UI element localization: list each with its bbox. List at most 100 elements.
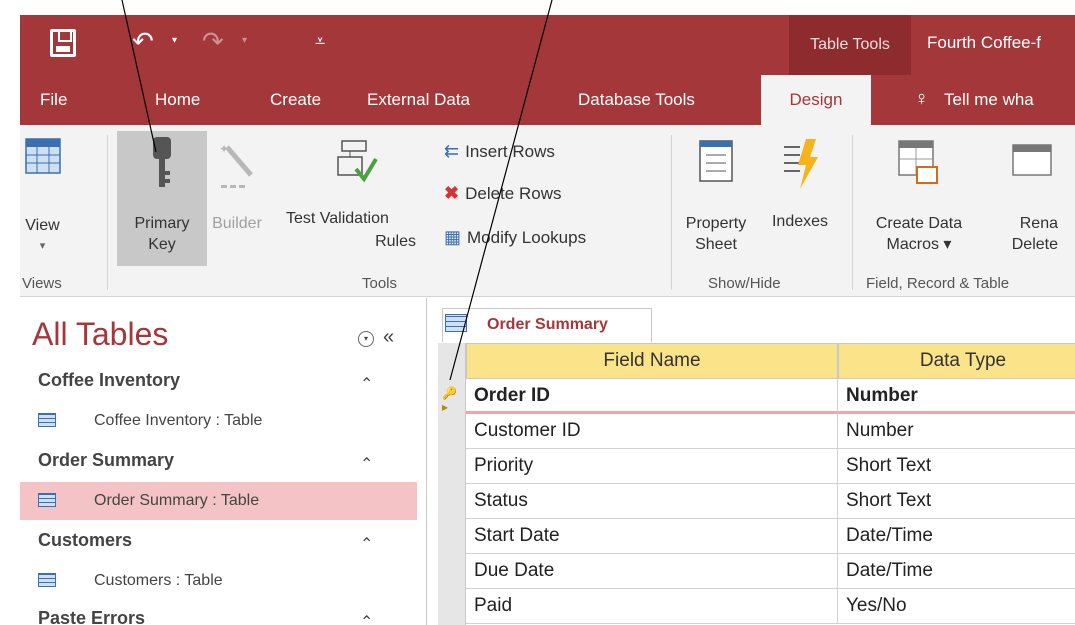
data-type-cell[interactable]: Short Text <box>838 449 1075 484</box>
chevron-up-icon[interactable]: ⌃ <box>360 534 373 554</box>
modify-lookups-button[interactable]: ▦ Modify Lookups <box>444 227 586 248</box>
builder-label: Builder <box>212 215 262 232</box>
table-icon <box>38 493 56 507</box>
field-name-cell[interactable]: Paid <box>466 589 838 624</box>
indexes-label: Indexes <box>771 213 829 230</box>
delete-rows-label: Delete Rows <box>465 183 562 203</box>
data-macro-icon <box>898 140 938 184</box>
field-name-cell[interactable]: Status <box>466 484 838 519</box>
group-separator <box>671 135 672 290</box>
row-selector[interactable] <box>442 526 462 546</box>
insert-rows-button[interactable]: ⇇ Insert Rows <box>444 141 555 162</box>
view-icon <box>24 138 61 174</box>
redo-icon[interactable]: ↷ <box>202 27 224 57</box>
tab-order-summary[interactable]: Order Summary <box>442 308 652 342</box>
chevron-up-icon[interactable]: ⌃ <box>360 374 373 394</box>
data-type-cell[interactable]: Date/Time <box>838 519 1075 554</box>
group-separator <box>852 135 853 290</box>
row-selector[interactable] <box>442 456 462 476</box>
field-name-cell[interactable]: Customer ID <box>466 414 838 449</box>
nav-options-icon[interactable]: ▾ <box>358 331 374 347</box>
redo-dropdown-icon[interactable]: ▾ <box>242 35 247 46</box>
ribbon-tabs: File Home Create External Data Database … <box>20 75 1075 126</box>
nav-collapse-icon[interactable]: « <box>383 326 394 349</box>
tab-file[interactable]: File <box>30 75 77 125</box>
tab-home[interactable]: Home <box>145 75 210 125</box>
data-type-cell[interactable]: Date/Time <box>838 554 1075 589</box>
group-label-tools: Tools <box>362 275 398 292</box>
row-selector[interactable] <box>442 596 462 616</box>
field-name-cell[interactable]: Due Date <box>466 554 838 589</box>
test-validation-rules-button[interactable]: Test Validation Rules <box>286 133 431 268</box>
nav-item-label: Customers : Table <box>94 572 223 589</box>
view-button[interactable]: View ▾ <box>20 133 65 268</box>
nav-group-order-summary[interactable]: Order Summary <box>38 450 174 471</box>
group-label-field-record-table: Field, Record & Table <box>866 275 1010 292</box>
nav-item-order-summary[interactable]: Order Summary : Table <box>20 482 417 520</box>
property-sheet-label-1: Property <box>685 215 747 232</box>
rename-delete-macro-button[interactable]: Rena Delete <box>988 133 1058 268</box>
row-selector[interactable] <box>442 491 462 511</box>
ribbon: View ▾ Primary Key ✦ Builder Test Valida… <box>20 125 1075 297</box>
key-icon <box>153 137 171 187</box>
test-validation-label-1: Test Validation <box>286 210 389 227</box>
test-validation-icon <box>337 140 378 183</box>
document-area: Order Summary Field Name Data Type 🔑▸ Ord… <box>428 298 1075 625</box>
row-selector[interactable] <box>442 561 462 581</box>
nav-group-customers[interactable]: Customers <box>38 530 132 551</box>
primary-key-label-1: Primary <box>134 215 190 232</box>
navigation-pane: All Tables ▾ « Coffee Inventory ⌃ Coffee… <box>20 298 427 625</box>
nav-group-paste-errors[interactable]: Paste Errors <box>38 608 145 625</box>
builder-button[interactable]: ✦ Builder <box>206 133 268 268</box>
builder-wand-icon: ✦ <box>219 142 253 188</box>
data-type-cell[interactable]: Number <box>838 414 1075 449</box>
primary-key-label-2: Key <box>148 236 176 253</box>
nav-item-label: Coffee Inventory : Table <box>94 412 263 429</box>
field-name-cell[interactable]: Order ID <box>466 379 838 414</box>
property-sheet-icon <box>699 140 733 182</box>
primary-key-button[interactable]: Primary Key <box>117 131 207 266</box>
table-icon <box>38 573 56 587</box>
test-validation-label-2: Rules <box>375 233 416 250</box>
data-type-cell[interactable]: Short Text <box>838 484 1075 519</box>
document-tab-label: Order Summary <box>487 316 608 333</box>
group-label-views: Views <box>22 275 62 292</box>
property-sheet-button[interactable]: Property Sheet <box>675 133 757 268</box>
nav-item-customers[interactable]: Customers : Table <box>20 562 417 600</box>
modify-lookups-label: Modify Lookups <box>467 227 587 247</box>
nav-item-label: Order Summary : Table <box>94 492 260 509</box>
tab-design[interactable]: Design <box>761 75 871 126</box>
column-header-data-type[interactable]: Data Type <box>838 343 1075 379</box>
field-name-cell[interactable]: Start Date <box>466 519 838 554</box>
delete-rows-button[interactable]: ✖ Delete Rows <box>444 183 561 204</box>
primary-key-indicator-icon[interactable]: 🔑▸ <box>442 386 462 414</box>
nav-item-coffee-inventory[interactable]: Coffee Inventory : Table <box>20 402 417 440</box>
indexes-button[interactable]: Indexes <box>760 133 840 268</box>
insert-rows-label: Insert Rows <box>465 141 555 161</box>
indexes-icon <box>784 139 818 189</box>
chevron-up-icon[interactable]: ⌃ <box>360 454 373 474</box>
undo-dropdown-icon[interactable]: ▾ <box>172 35 177 46</box>
nav-group-coffee-inventory[interactable]: Coffee Inventory <box>38 370 180 391</box>
tab-database-tools[interactable]: Database Tools <box>568 75 705 125</box>
data-type-cell[interactable]: Number <box>838 379 1075 414</box>
tab-create[interactable]: Create <box>260 75 331 125</box>
modify-lookups-icon: ▦ <box>444 227 462 247</box>
undo-icon[interactable]: ↶ <box>132 27 154 57</box>
tell-me-search[interactable]: ♀ Tell me wha <box>910 75 1044 125</box>
create-data-macros-button[interactable]: Create Data Macros ▾ <box>864 133 974 268</box>
table-icon <box>445 314 467 332</box>
tab-external-data[interactable]: External Data <box>357 75 480 125</box>
data-type-cell[interactable]: Yes/No <box>838 589 1075 624</box>
group-separator <box>107 135 108 290</box>
row-selector[interactable] <box>442 421 462 441</box>
view-dropdown-arrow: ▾ <box>39 240 46 252</box>
tell-me-label: Tell me wha <box>944 90 1034 109</box>
chevron-up-icon[interactable]: ⌃ <box>360 612 373 625</box>
customize-qat-icon[interactable]: ⩡ <box>315 31 325 52</box>
table-tools-context-label: Table Tools <box>789 15 911 75</box>
rename-macro-icon <box>1012 144 1052 176</box>
column-header-field-name[interactable]: Field Name <box>466 343 838 379</box>
field-name-cell[interactable]: Priority <box>466 449 838 484</box>
save-icon[interactable] <box>50 29 76 57</box>
